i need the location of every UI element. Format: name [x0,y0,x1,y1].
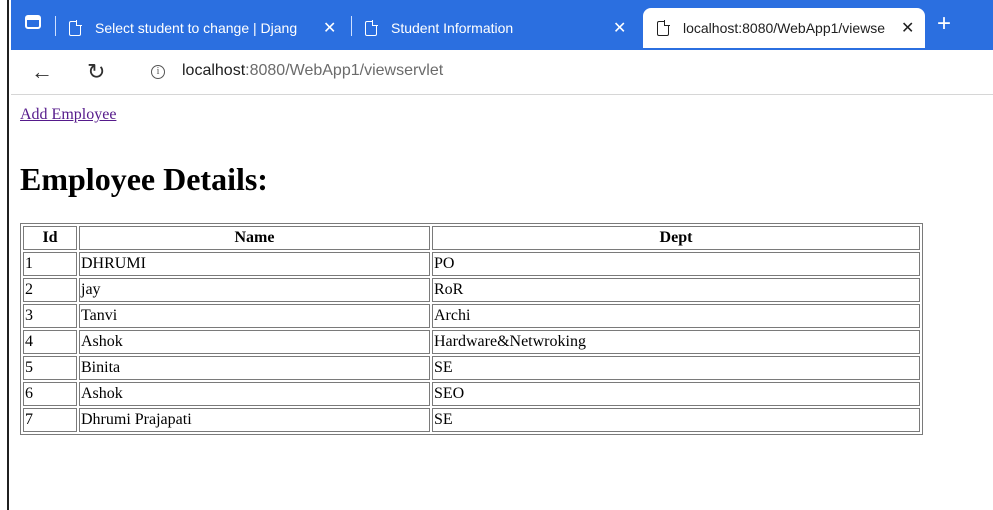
tab-separator [351,16,352,36]
new-tab-icon[interactable]: + [937,12,951,36]
page-title: Employee Details: [20,161,268,197]
cell-name: Ashok [79,330,430,354]
table-row: 7 Dhrumi Prajapati SE [23,408,920,432]
reload-icon[interactable]: ↻ [87,59,105,85]
table-row: 5 Binita SE [23,356,920,380]
table-header-row: Id Name Dept [23,226,920,250]
close-icon[interactable]: ✕ [323,18,336,38]
cell-name: Ashok [79,382,430,406]
close-icon[interactable]: ✕ [901,18,914,38]
cell-dept: SE [432,356,920,380]
cell-id: 7 [23,408,77,432]
employee-table: Id Name Dept 1 DHRUMI PO 2 jay RoR 3 Tan… [20,223,923,435]
tab-title: localhost:8080/WebApp1/viewse [683,20,886,36]
page-content: Add Employee Employee Details: Id Name D… [11,95,993,510]
cell-name: Tanvi [79,304,430,328]
close-icon[interactable]: ✕ [613,18,626,38]
tab-separator [55,16,56,36]
address-host: localhost [182,62,246,79]
cell-dept: RoR [432,278,920,302]
cell-id: 3 [23,304,77,328]
info-icon[interactable]: i [151,65,165,79]
browser-toolbar: ← ↻ i localhost:8080/WebApp1/viewservlet [11,50,993,95]
cell-dept: PO [432,252,920,276]
address-bar[interactable]: localhost:8080/WebApp1/viewservlet [182,62,443,80]
cell-name: Dhrumi Prajapati [79,408,430,432]
tab-strip: Select student to change | Djang ✕ Stude… [11,0,993,50]
tab-actions-icon[interactable] [25,15,41,29]
cell-name: DHRUMI [79,252,430,276]
page-icon [365,19,378,36]
tab-student-information[interactable]: Student Information ✕ [365,8,645,48]
browser-window: Select student to change | Djang ✕ Stude… [7,0,993,510]
tab-title: Select student to change | Djang [95,20,298,36]
cell-dept: SE [432,408,920,432]
tab-title: Student Information [391,20,514,36]
back-icon[interactable]: ← [31,59,53,85]
cell-dept: SEO [432,382,920,406]
table-row: 6 Ashok SEO [23,382,920,406]
page-icon [69,19,82,36]
cell-id: 5 [23,356,77,380]
cell-id: 4 [23,330,77,354]
table-row: 1 DHRUMI PO [23,252,920,276]
cell-name: Binita [79,356,430,380]
column-header-name: Name [79,226,430,250]
cell-id: 6 [23,382,77,406]
cell-id: 1 [23,252,77,276]
cell-dept: Hardware&Netwroking [432,330,920,354]
table-row: 2 jay RoR [23,278,920,302]
cell-name: jay [79,278,430,302]
tab-viewservlet[interactable]: localhost:8080/WebApp1/viewse ✕ [643,8,925,48]
column-header-dept: Dept [432,226,920,250]
table-row: 4 Ashok Hardware&Netwroking [23,330,920,354]
tab-django-admin[interactable]: Select student to change | Djang ✕ [69,8,349,48]
address-path: :8080/WebApp1/viewservlet [245,62,444,79]
column-header-id: Id [23,226,77,250]
add-employee-link[interactable]: Add Employee [20,106,116,124]
table-row: 3 Tanvi Archi [23,304,920,328]
cell-id: 2 [23,278,77,302]
page-icon [657,19,670,36]
cell-dept: Archi [432,304,920,328]
